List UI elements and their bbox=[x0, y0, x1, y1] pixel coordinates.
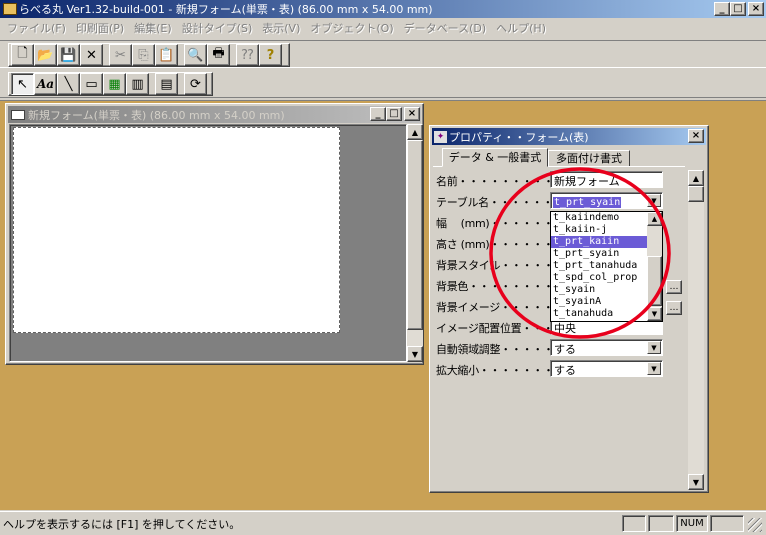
maximize-button[interactable]: □ bbox=[730, 2, 746, 16]
prop-scale-combo[interactable]: する ▼ bbox=[550, 360, 663, 377]
tab-multi-layout[interactable]: 多面付け書式 bbox=[548, 150, 630, 167]
menu-bar: ファイル(F) 印刷面(P) 編集(E) 設計タイプ(S) 表示(V) オブジェ… bbox=[0, 19, 766, 37]
cut-icon[interactable]: ✂ bbox=[109, 44, 132, 66]
menu-object[interactable]: オブジェクト(O) bbox=[305, 20, 398, 36]
property-titlebar: ✦ プロパティ・・フォーム(表) × bbox=[432, 128, 706, 145]
paste-icon[interactable]: 📋 bbox=[155, 44, 178, 66]
delete-icon[interactable]: ✕ bbox=[80, 44, 103, 66]
save-icon[interactable]: 💾 bbox=[57, 44, 80, 66]
print-icon[interactable]: 🖶 bbox=[207, 44, 230, 66]
property-close-button[interactable]: × bbox=[688, 129, 704, 143]
app-title: らべる丸 Ver1.32-build-001 - 新規フォーム(単票・表) (8… bbox=[19, 3, 433, 16]
resize-grip-icon[interactable] bbox=[748, 518, 762, 532]
pointer-icon[interactable]: ↖ bbox=[11, 73, 34, 95]
prop-auto-region-value: する bbox=[554, 343, 576, 356]
doc-minimize-button[interactable]: _ bbox=[370, 107, 386, 121]
app-icon bbox=[3, 3, 17, 15]
document-icon bbox=[11, 109, 25, 120]
prop-label-auto-region: 自動領域調整・・・・・・ bbox=[436, 343, 565, 356]
copy-icon[interactable]: ⎘ bbox=[132, 44, 155, 66]
annotation-circle bbox=[489, 167, 671, 339]
scroll-up-button[interactable]: ▲ bbox=[407, 124, 423, 140]
app-titlebar: らべる丸 Ver1.32-build-001 - 新規フォーム(単票・表) (8… bbox=[0, 0, 766, 18]
combo-arrow-icon[interactable]: ▼ bbox=[647, 362, 661, 375]
tab-data-general[interactable]: データ & 一般書式 bbox=[442, 148, 548, 167]
status-num-indicator: NUM bbox=[676, 515, 708, 532]
menu-database[interactable]: データベース(D) bbox=[399, 20, 492, 36]
combo-arrow-icon[interactable]: ▼ bbox=[647, 341, 661, 354]
toolbar-objects: ↖ Aa ╲ ▭ ▦ ▥ ▤ ⟳ bbox=[0, 70, 766, 98]
close-button[interactable]: × bbox=[748, 2, 764, 16]
menu-design-type[interactable]: 設計タイプ(S) bbox=[177, 20, 258, 36]
refresh-icon[interactable]: ⟳ bbox=[184, 73, 207, 95]
prop-auto-region-combo[interactable]: する ▼ bbox=[550, 339, 663, 356]
toolbar-standard: 🗋 📂 💾 ✕ ✂ ⎘ 📋 🔍 🖶 ⁇ ? bbox=[0, 40, 766, 68]
scroll-thumb[interactable] bbox=[407, 140, 423, 330]
table-icon[interactable]: ▤ bbox=[155, 73, 178, 95]
rectangle-icon[interactable]: ▭ bbox=[80, 73, 103, 95]
document-titlebar: 新規フォーム(単票・表) (86.00 mm x 54.00 mm) _ □ × bbox=[8, 106, 421, 123]
new-icon[interactable]: 🗋 bbox=[11, 44, 34, 66]
menu-view[interactable]: 表示(V) bbox=[257, 20, 305, 36]
label-canvas[interactable] bbox=[13, 127, 340, 333]
property-scroll-down[interactable]: ▼ bbox=[688, 474, 704, 490]
menu-help[interactable]: ヘルプ(H) bbox=[491, 20, 551, 36]
minimize-button[interactable]: _ bbox=[714, 2, 730, 16]
open-icon[interactable]: 📂 bbox=[34, 44, 57, 66]
status-help-text: ヘルプを表示するには [F1] を押してください。 bbox=[3, 518, 241, 531]
help-icon[interactable]: ? bbox=[259, 44, 282, 66]
barcode-icon[interactable]: ▥ bbox=[126, 73, 149, 95]
print-preview-icon[interactable]: 🔍 bbox=[184, 44, 207, 66]
design-canvas-area bbox=[9, 124, 407, 362]
document-title: 新規フォーム(単票・表) (86.00 mm x 54.00 mm) bbox=[28, 108, 285, 122]
status-panel-1 bbox=[622, 515, 646, 532]
status-bar: ヘルプを表示するには [F1] を押してください。 NUM bbox=[0, 511, 766, 535]
status-panel-2 bbox=[648, 515, 674, 532]
property-icon: ✦ bbox=[434, 130, 447, 143]
image-icon[interactable]: ▦ bbox=[103, 73, 126, 95]
scroll-down-button[interactable]: ▼ bbox=[407, 346, 423, 362]
property-scroll-up[interactable]: ▲ bbox=[688, 170, 704, 186]
prop-scale-value: する bbox=[554, 364, 576, 377]
line-icon[interactable]: ╲ bbox=[57, 73, 80, 95]
doc-close-button[interactable]: × bbox=[404, 107, 420, 121]
help-context-icon[interactable]: ⁇ bbox=[236, 44, 259, 66]
doc-maximize-button[interactable]: □ bbox=[386, 107, 402, 121]
property-scroll-thumb[interactable] bbox=[688, 186, 704, 202]
property-title: プロパティ・・フォーム(表) bbox=[449, 130, 589, 144]
text-icon[interactable]: Aa bbox=[34, 73, 57, 95]
menu-file[interactable]: ファイル(F) bbox=[2, 20, 71, 36]
property-scrollbar[interactable]: ▲ ▼ bbox=[688, 170, 704, 490]
status-panel-4 bbox=[710, 515, 744, 532]
menu-print-side[interactable]: 印刷面(P) bbox=[71, 20, 129, 36]
vertical-scrollbar[interactable]: ▲ ▼ bbox=[407, 124, 423, 362]
menu-edit[interactable]: 編集(E) bbox=[129, 20, 177, 36]
document-window: 新規フォーム(単票・表) (86.00 mm x 54.00 mm) _ □ ×… bbox=[5, 103, 424, 365]
